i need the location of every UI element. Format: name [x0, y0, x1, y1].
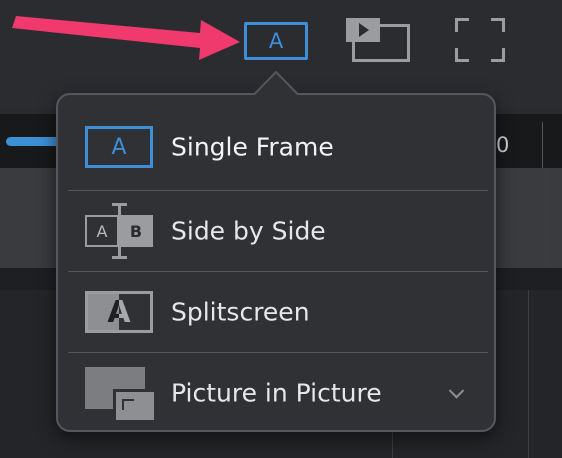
menu-item-label: Single Frame [171, 132, 334, 162]
menu-item-splitscreen[interactable]: A A Splitscreen [68, 272, 488, 352]
menu-item-picture-in-picture[interactable]: Picture in Picture [68, 353, 488, 433]
menu-item-side-by-side[interactable]: A B Side by Side [68, 191, 488, 271]
single-frame-icon: A [85, 126, 153, 168]
menu-item-label: Splitscreen [171, 297, 310, 327]
splitscreen-icon-glyph-right: A [119, 294, 150, 330]
single-frame-icon-glyph: A [111, 134, 127, 160]
splitscreen-icon: A A [85, 291, 153, 333]
chevron-down-icon[interactable] [448, 383, 465, 399]
splitscreen-icon-glyph: A [119, 294, 150, 330]
pip-icon-inset-mark [122, 399, 134, 410]
side-by-side-icon-a: A [85, 215, 119, 247]
picture-in-picture-icon [85, 367, 157, 423]
side-by-side-icon-cap [112, 256, 127, 259]
menu-item-single-frame[interactable]: A Single Frame [68, 107, 488, 187]
side-by-side-icon-divider [118, 205, 121, 257]
pip-icon-inset [113, 389, 157, 423]
side-by-side-icon-b: B [119, 215, 153, 247]
side-by-side-icon: A B [85, 203, 153, 259]
view-mode-menu: A Single Frame A B Side by Side A A Spli… [56, 93, 496, 432]
side-by-side-icon-cap [112, 203, 127, 206]
menu-item-label: Picture in Picture [171, 378, 382, 408]
menu-item-label: Side by Side [171, 216, 326, 246]
